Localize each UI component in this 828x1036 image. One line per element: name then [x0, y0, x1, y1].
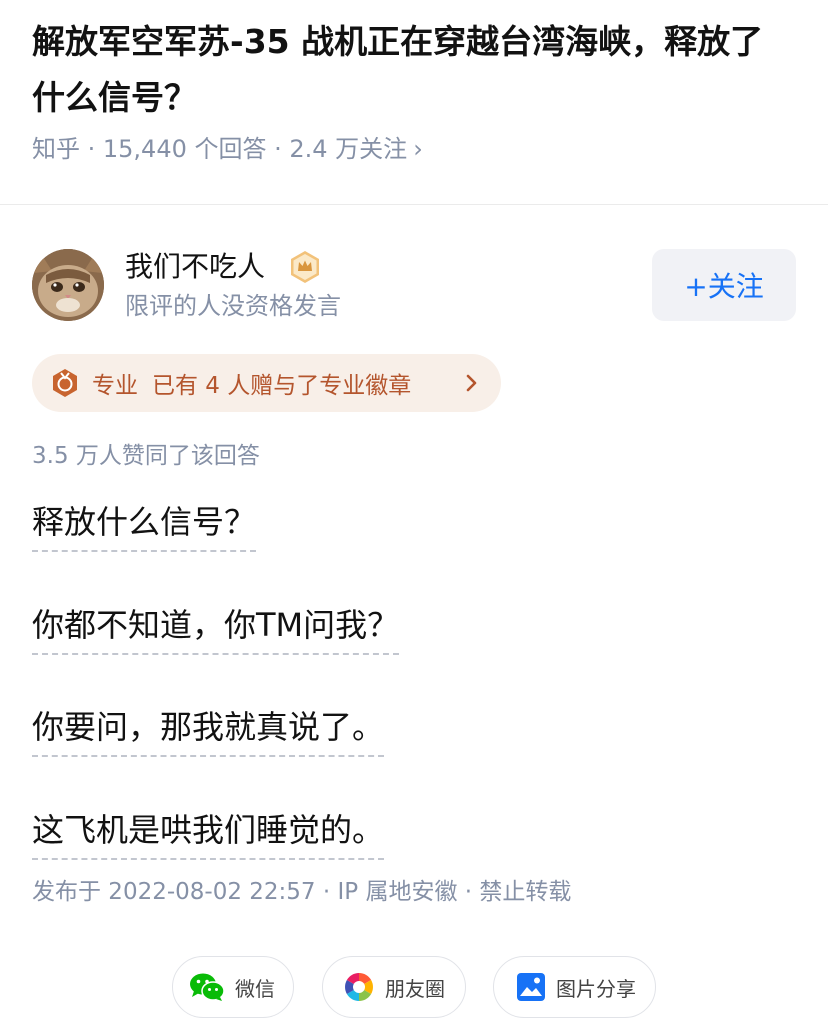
- share-image-button[interactable]: 图片分享: [493, 956, 656, 1018]
- share-wechat-label: 微信: [235, 976, 275, 1001]
- answer-paragraph: 释放什么信号？: [32, 500, 257, 552]
- cat-photo-icon: [32, 249, 104, 321]
- share-bar: 微信 朋友圈 图片分享: [0, 956, 828, 1018]
- vote-count[interactable]: 3.5 万人赞同了该回答: [32, 440, 260, 472]
- wechat-icon: [190, 973, 225, 1001]
- chevron-right-icon: [466, 374, 477, 392]
- avatar[interactable]: [32, 249, 104, 321]
- author-name[interactable]: 我们不吃人: [125, 249, 265, 285]
- share-image-label: 图片分享: [556, 976, 636, 1001]
- answer-paragraph: 你要问，那我就真说了。: [32, 705, 385, 757]
- moments-icon: [345, 973, 373, 1001]
- pro-badge-text: 已有 4 人赠与了专业徽章: [152, 373, 412, 399]
- question-meta-text: 知乎 · 15,440 个回答 · 2.4 万关注: [32, 135, 408, 163]
- image-share-icon: [517, 973, 545, 1001]
- medal-icon: [53, 369, 77, 397]
- follow-button[interactable]: +关注: [652, 249, 796, 321]
- question-title[interactable]: 解放军空军苏-35 战机正在穿越台湾海峡，释放了什么信号？: [32, 14, 792, 126]
- pro-badge-label: 专业: [92, 373, 138, 399]
- crown-badge-icon: [291, 251, 319, 283]
- author-bio: 限评的人没资格发言: [125, 292, 341, 320]
- divider: [0, 204, 828, 205]
- share-moments-label: 朋友圈: [385, 976, 445, 1001]
- answer-paragraph: 你都不知道，你TM问我？: [32, 603, 400, 655]
- pro-badge-banner[interactable]: 专业 已有 4 人赠与了专业徽章: [32, 354, 501, 412]
- answer-paragraph: 这飞机是哄我们睡觉的。: [32, 808, 385, 860]
- share-wechat-button[interactable]: 微信: [172, 956, 294, 1018]
- share-moments-button[interactable]: 朋友圈: [322, 956, 466, 1018]
- question-meta[interactable]: 知乎 · 15,440 个回答 · 2.4 万关注 ›: [32, 132, 423, 166]
- publish-info: 发布于 2022-08-02 22:57 · IP 属地安徽 · 禁止转载: [32, 879, 572, 905]
- chevron-right-icon: ›: [413, 135, 423, 163]
